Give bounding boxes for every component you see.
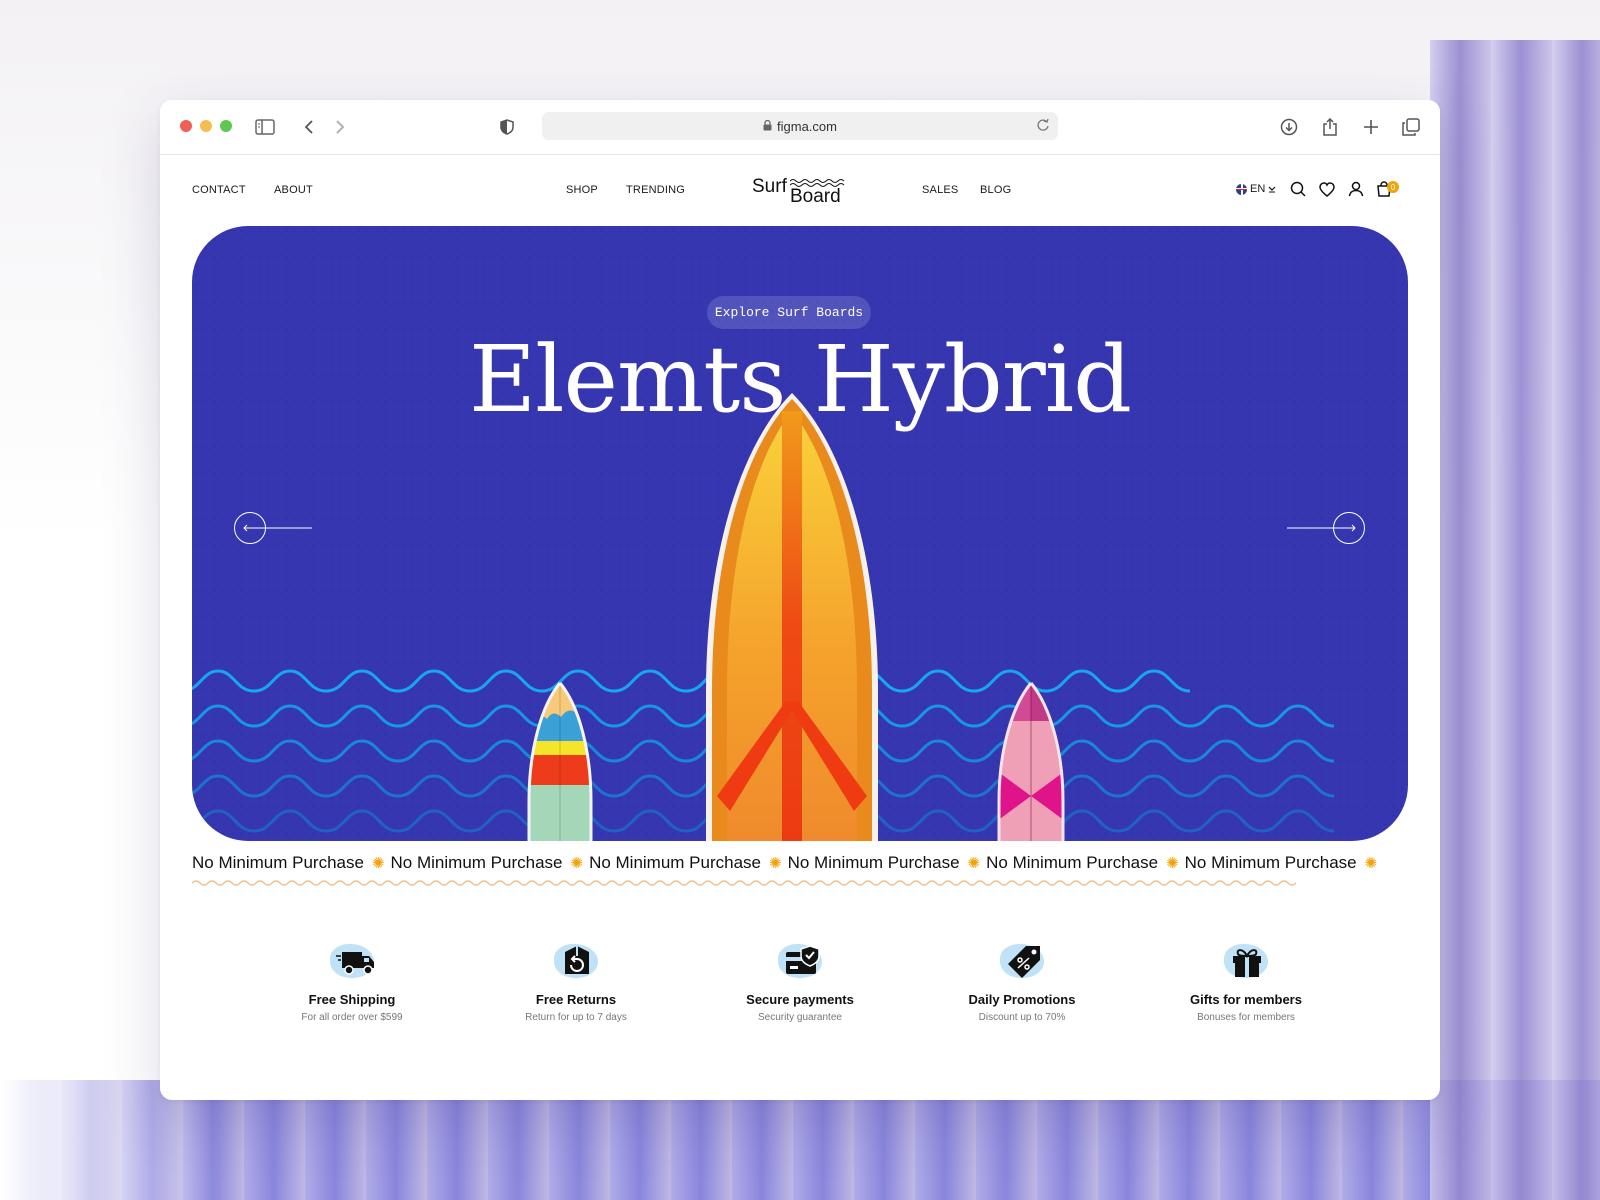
nav-trending[interactable]: TRENDING	[626, 184, 685, 196]
language-label: EN	[1250, 183, 1266, 195]
asterisk-icon: ✺	[570, 855, 584, 872]
feature-daily-promotions: Daily Promotions Discount up to 70%	[922, 940, 1122, 1023]
forward-icon[interactable]	[327, 114, 353, 140]
asterisk-icon: ✺	[1166, 855, 1179, 872]
logo-board-text: Board	[790, 186, 841, 207]
truck-icon	[336, 952, 374, 975]
hero-next-arrow-icon[interactable]	[1287, 508, 1367, 548]
browser-window: figma.com CONTACT ABOUT SHOP TRENDING Su…	[160, 100, 1440, 1100]
account-icon[interactable]	[1346, 179, 1366, 199]
asterisk-icon: ✺	[769, 855, 782, 872]
feature-free-shipping: Free Shipping For all order over $599	[252, 940, 452, 1023]
main-surfboard	[706, 393, 878, 841]
wishlist-heart-icon[interactable]	[1317, 179, 1337, 199]
nav-about[interactable]: ABOUT	[274, 184, 313, 196]
marquee-item: No Minimum Purchase ✺	[1184, 853, 1378, 872]
hero-banner: Explore Surf Boards Elemts Hybrid	[192, 226, 1408, 841]
marquee-item: No Minimum Purchase ✺	[192, 853, 385, 872]
nav-contact[interactable]: CONTACT	[192, 184, 246, 196]
uk-flag-icon	[1236, 183, 1247, 195]
marquee-item: No Minimum Purchase ✺	[390, 853, 584, 872]
nav-sales[interactable]: SALES	[922, 184, 958, 196]
return-box-icon	[565, 946, 589, 974]
address-url: figma.com	[777, 118, 837, 134]
asterisk-icon: ✺	[1364, 855, 1378, 872]
gift-icon	[1233, 949, 1261, 977]
asterisk-icon: ✺	[371, 855, 385, 872]
site-logo[interactable]: Surf Board	[750, 174, 860, 210]
marquee-item: No Minimum Purchase ✺	[986, 853, 1179, 872]
feature-subtitle: Return for up to 7 days	[525, 1012, 627, 1023]
new-tab-icon[interactable]	[1358, 114, 1384, 140]
nav-shop[interactable]: SHOP	[566, 184, 598, 196]
feature-title: Free Shipping	[308, 992, 396, 1007]
share-icon[interactable]	[1317, 114, 1343, 140]
marquee-item: No Minimum Purchase ✺	[787, 853, 981, 872]
site-nav: CONTACT ABOUT SHOP TRENDING Surf Board S…	[160, 154, 1440, 226]
marquee-item: No Minimum Purchase ✺	[589, 853, 782, 872]
secure-card-icon	[786, 945, 820, 974]
feature-title: Free Returns	[535, 992, 617, 1007]
tab-overview-icon[interactable]	[1398, 114, 1424, 140]
back-icon[interactable]	[296, 114, 322, 140]
promo-marquee: No Minimum Purchase ✺ No Minimum Purchase…	[192, 852, 1422, 874]
feature-subtitle: Discount up to 70%	[978, 1012, 1066, 1023]
privacy-shield-icon[interactable]	[494, 114, 520, 140]
discount-tag-icon	[1008, 946, 1040, 978]
feature-title: Daily Promotions	[968, 992, 1076, 1007]
browser-toolbar: figma.com	[160, 100, 1440, 155]
minimize-window-button[interactable]	[200, 120, 212, 132]
feature-title: Gifts for members	[1190, 992, 1302, 1007]
cart-count-badge: 0	[1387, 181, 1399, 193]
asterisk-icon: ✺	[967, 855, 981, 872]
cart-icon[interactable]: 0	[1374, 179, 1399, 199]
feature-subtitle: For all order over $599	[301, 1012, 403, 1023]
explore-surfboards-button[interactable]: Explore Surf Boards	[707, 296, 871, 329]
sidebar-toggle-icon[interactable]	[252, 114, 278, 140]
logo-surf-text: Surf	[752, 176, 787, 197]
close-window-button[interactable]	[180, 120, 192, 132]
features-row: Free Shipping For all order over $599 Fr…	[160, 940, 1440, 1040]
zigzag-divider	[192, 880, 1297, 886]
small-surfboard-left	[527, 682, 593, 841]
maximize-window-button[interactable]	[220, 120, 232, 132]
feature-free-returns: Free Returns Return for up to 7 days	[476, 940, 676, 1023]
hero-prev-arrow-icon[interactable]	[232, 508, 312, 548]
address-bar[interactable]: figma.com	[542, 112, 1058, 140]
reload-icon[interactable]	[1036, 117, 1050, 136]
nav-blog[interactable]: BLOG	[980, 184, 1011, 196]
lock-icon	[763, 119, 772, 134]
feature-gifts-for-members: Gifts for members Bonuses for members	[1146, 940, 1346, 1023]
feature-secure-payments: Secure payments Security guarantee	[700, 940, 900, 1023]
feature-title: Secure payments	[746, 992, 854, 1007]
language-selector[interactable]: EN	[1236, 183, 1276, 195]
feature-subtitle: Security guarantee	[758, 1012, 842, 1023]
download-icon[interactable]	[1276, 114, 1302, 140]
small-surfboard-right	[997, 682, 1065, 841]
feature-subtitle: Bonuses for members	[1197, 1012, 1295, 1023]
chevron-down-icon	[1268, 186, 1276, 193]
background-stripes-right	[1430, 40, 1600, 1200]
search-icon[interactable]	[1288, 179, 1308, 199]
